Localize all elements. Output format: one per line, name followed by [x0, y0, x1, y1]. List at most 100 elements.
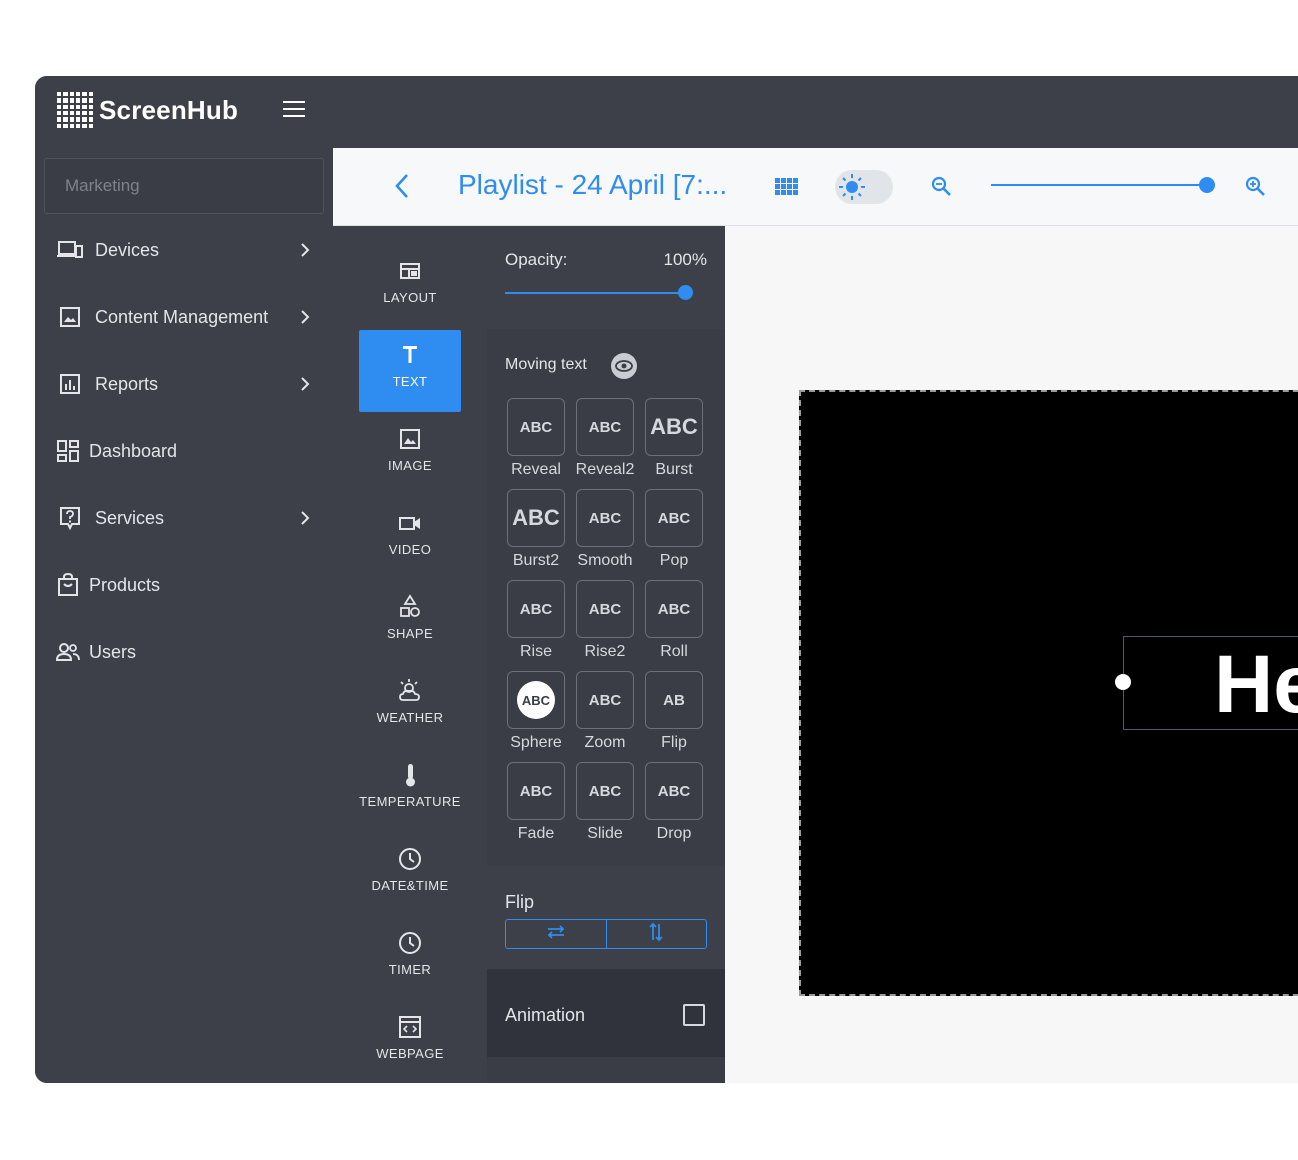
tool-temperature[interactable]: TEMPERATURE: [359, 750, 461, 832]
eye-icon[interactable]: [611, 353, 637, 379]
sidebar-item-reports[interactable]: Reports: [57, 364, 310, 404]
menu-icon[interactable]: [283, 101, 305, 119]
search-input[interactable]: [44, 158, 324, 214]
tool-label: IMAGE: [388, 458, 432, 473]
text-icon: [397, 342, 423, 368]
users-icon: [55, 639, 81, 665]
tool-rail: LAYOUT TEXT IMAGE VIDEO SHAPE WEATHER TE…: [333, 226, 487, 1083]
effect-label: Rise: [519, 643, 552, 660]
opacity-slider-track[interactable]: [505, 292, 685, 294]
effect-label: Reveal2: [575, 461, 635, 478]
tool-weather[interactable]: WEATHER: [359, 666, 461, 748]
flip-vertical-button[interactable]: [605, 920, 707, 948]
tool-image[interactable]: IMAGE: [359, 414, 461, 496]
sidebar-item-content-management[interactable]: Content Management: [57, 297, 310, 337]
app-window: ScreenHub Devices Content Management Rep…: [35, 76, 1298, 1083]
grid-icon[interactable]: [775, 178, 799, 196]
zoom-in-icon[interactable]: [1243, 174, 1267, 198]
screen-preview[interactable]: He: [799, 390, 1298, 996]
effect-glyph: ABC: [519, 418, 553, 436]
tool-shape[interactable]: SHAPE: [359, 582, 461, 664]
effect-reveal2-button[interactable]: ABC: [576, 398, 634, 456]
tool-layout[interactable]: LAYOUT: [359, 246, 461, 328]
thermometer-icon: [397, 762, 423, 788]
effect-sphere-button[interactable]: ABC: [507, 671, 565, 729]
effect-pop-button[interactable]: ABC: [645, 489, 703, 547]
sidebar-item-products[interactable]: Products: [55, 565, 160, 605]
sidebar-item-dashboard[interactable]: Dashboard: [55, 431, 177, 471]
effect-flip-button[interactable]: AB: [645, 671, 703, 729]
tool-label: TEXT: [392, 374, 428, 389]
opacity-section: Opacity: 100%: [487, 226, 725, 329]
effect-reveal-button[interactable]: ABC: [507, 398, 565, 456]
sidebar-item-services[interactable]: Services: [57, 498, 310, 538]
effect-rise-button[interactable]: ABC: [507, 580, 565, 638]
back-icon[interactable]: [391, 172, 415, 200]
sun-icon: [837, 173, 867, 201]
tool-label: VIDEO: [388, 542, 432, 557]
swap-vertical-icon: [648, 921, 664, 948]
top-bar: ScreenHub: [35, 76, 1298, 148]
opacity-slider-thumb[interactable]: [678, 285, 693, 300]
theme-toggle[interactable]: [835, 170, 893, 204]
tool-webpage[interactable]: WEBPAGE: [359, 1002, 461, 1083]
effect-glyph: ABC: [657, 782, 691, 800]
effect-label: Drop: [656, 825, 692, 842]
sidebar-item-users[interactable]: Users: [55, 632, 136, 672]
effect-label: Roll: [660, 643, 688, 660]
resize-handle[interactable]: [1115, 674, 1131, 690]
effect-rise2-button[interactable]: ABC: [576, 580, 634, 638]
effect-label: Zoom: [584, 734, 626, 751]
effect-burst2-button[interactable]: ABC: [507, 489, 565, 547]
effect-label: Flip: [661, 734, 687, 751]
video-icon: [397, 510, 423, 536]
tool-text[interactable]: TEXT: [359, 330, 461, 412]
tool-date-time[interactable]: DATE&TIME: [359, 834, 461, 916]
zoom-slider-thumb[interactable]: [1199, 177, 1215, 193]
moving-text-section: Moving text ABC Reveal ABC Reveal2 ABC Burst A…: [487, 329, 725, 866]
tool-video[interactable]: VIDEO: [359, 498, 461, 580]
tool-label: TEMPERATURE: [359, 794, 461, 809]
effect-glyph: ABC: [588, 782, 622, 800]
properties-panel: Opacity: 100% Moving text ABC Reveal ABC Re…: [487, 226, 725, 1083]
zoom-out-icon[interactable]: [929, 174, 953, 198]
animation-label: Animation: [505, 1005, 586, 1025]
flip-horizontal-button[interactable]: [506, 920, 606, 948]
playlist-title[interactable]: Playlist - 24 April [7:...: [458, 169, 727, 201]
zoom-slider-track[interactable]: [991, 184, 1207, 186]
devices-icon: [57, 237, 83, 263]
tool-label: SHAPE: [386, 626, 434, 641]
effect-drop-button[interactable]: ABC: [645, 762, 703, 820]
sidebar-item-label: Users: [89, 641, 137, 662]
sidebar: Devices Content Management Reports Dashb…: [35, 148, 333, 1083]
chevron-right-icon: [293, 372, 317, 396]
effect-glyph: ABC: [657, 600, 691, 618]
chevron-right-icon: [293, 238, 317, 262]
dashboard-icon: [55, 438, 81, 464]
effect-slide-button[interactable]: ABC: [576, 762, 634, 820]
effect-label: Burst2: [512, 552, 560, 569]
sidebar-item-devices[interactable]: Devices: [57, 230, 310, 270]
effect-burst-button[interactable]: ABC: [645, 398, 703, 456]
effect-label: Burst: [655, 461, 693, 478]
brand-logo[interactable]: ScreenHub: [57, 90, 238, 130]
effect-label: Slide: [587, 825, 623, 842]
effect-fade-button[interactable]: ABC: [507, 762, 565, 820]
tool-timer[interactable]: TIMER: [359, 918, 461, 1000]
sidebar-item-label: Dashboard: [89, 440, 178, 461]
chart-icon: [57, 371, 83, 397]
effect-smooth-button[interactable]: ABC: [576, 489, 634, 547]
effect-glyph: ABC: [588, 418, 622, 436]
flip-label: Flip: [505, 892, 535, 912]
sidebar-item-label: Content Management: [95, 306, 269, 327]
opacity-value: 100%: [663, 250, 707, 269]
effect-label: Pop: [659, 552, 689, 569]
animation-section: Animation: [487, 969, 725, 1057]
animation-checkbox[interactable]: [683, 1004, 705, 1026]
text-element[interactable]: He: [1115, 636, 1298, 730]
effect-zoom-button[interactable]: ABC: [576, 671, 634, 729]
effect-roll-button[interactable]: ABC: [645, 580, 703, 638]
sidebar-item-label: Products: [89, 574, 161, 595]
chevron-right-icon: [293, 506, 317, 530]
tool-label: TIMER: [388, 962, 432, 977]
